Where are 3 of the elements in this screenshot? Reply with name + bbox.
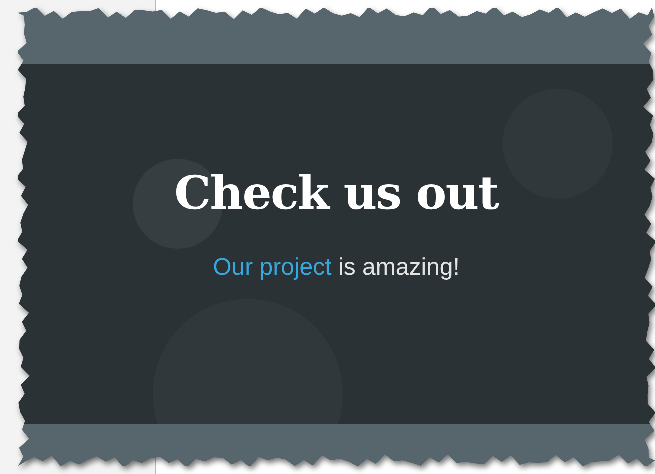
hero-title: Check us out (174, 166, 498, 220)
tagline: Our project is amazing! (213, 254, 460, 282)
project-link[interactable]: Our project (213, 254, 332, 281)
